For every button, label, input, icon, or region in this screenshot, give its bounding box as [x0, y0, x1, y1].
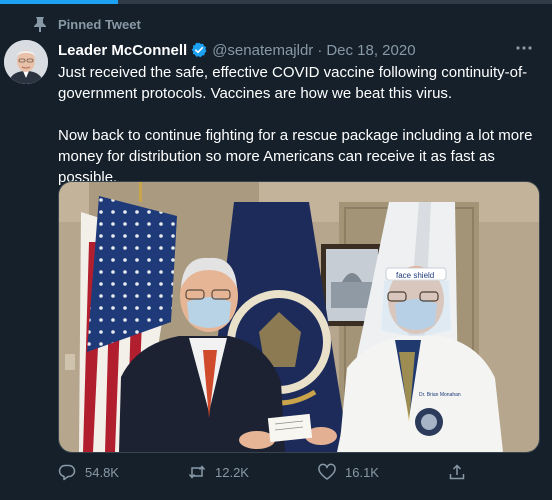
face-shield-label: face shield — [396, 271, 434, 280]
reply-button[interactable]: 54.8K — [58, 463, 188, 481]
separator-dot: · — [317, 41, 323, 59]
author-handle[interactable]: @senatemajldr — [212, 42, 313, 59]
tweet-date[interactable]: Dec 18, 2020 — [326, 42, 415, 59]
tweet-paragraph: Just received the safe, effective COVID … — [58, 64, 528, 102]
scroll-progress-accent — [0, 0, 118, 4]
like-count: 16.1K — [345, 464, 379, 480]
share-icon — [449, 464, 465, 480]
more-options-icon[interactable] — [514, 38, 534, 58]
tweet-paragraph: Now back to continue fighting for a resc… — [58, 127, 533, 186]
retweet-button[interactable]: 12.2K — [188, 463, 318, 481]
coat-name-label: Dr. Brian Monahan — [419, 392, 461, 398]
share-button[interactable] — [448, 463, 475, 481]
author-name[interactable]: Leader McConnell — [58, 42, 187, 59]
tweet-actions: 54.8K 12.2K 16.1K — [58, 456, 498, 488]
pin-icon — [34, 17, 46, 32]
top-divider — [0, 0, 552, 4]
like-button[interactable]: 16.1K — [318, 463, 448, 481]
pinned-tweet-indicator: Pinned Tweet — [33, 14, 141, 34]
tweet-text: Just received the safe, effective COVID … — [58, 62, 538, 188]
reply-count: 54.8K — [85, 464, 119, 480]
reply-icon — [58, 464, 76, 481]
avatar[interactable] — [4, 40, 48, 84]
tweet-header: Leader McConnell @senatemajldr · Dec 18,… — [58, 40, 542, 60]
verified-badge-icon — [191, 42, 207, 58]
retweet-count: 12.2K — [215, 464, 249, 480]
heart-icon — [318, 463, 336, 480]
pinned-tweet-label: Pinned Tweet — [58, 16, 141, 32]
retweet-icon — [188, 465, 206, 479]
tweet-photo[interactable]: face shield Dr. Brian Monahan — [58, 181, 540, 453]
